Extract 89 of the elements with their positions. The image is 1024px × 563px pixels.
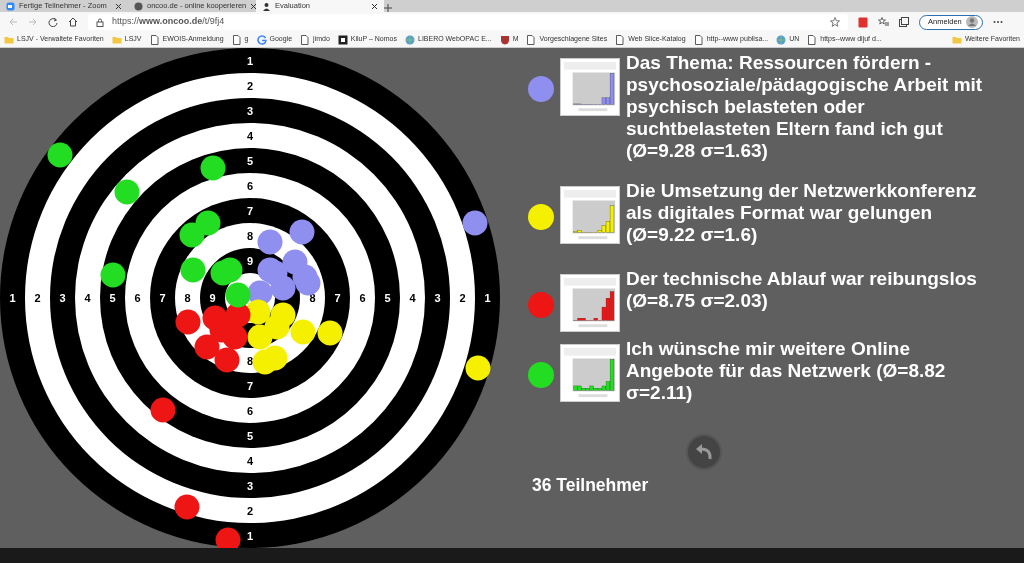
app-icon (134, 1, 143, 11)
rating-dot (114, 179, 140, 205)
avatar-icon (965, 16, 978, 28)
ring-number: 4 (84, 292, 91, 304)
ring-number: 9 (209, 292, 216, 304)
question-text: Das Thema: Ressourcen fördern - psychosoziale/pädagogische Arbeit mit psychisch belasteten oder suchtbelasteten Eltern fand ich gut (Ø=9.28 σ=1.63) (626, 52, 984, 163)
rating-dot (462, 210, 488, 236)
rating-dot (180, 257, 206, 283)
person-icon (262, 1, 271, 11)
crest-icon (499, 34, 510, 45)
ring-number: 1 (484, 292, 491, 304)
rating-dot (194, 334, 220, 360)
globe-icon (405, 34, 415, 45)
undo-arrow-icon (694, 443, 714, 461)
ring-number: 3 (59, 292, 66, 304)
rating-dot (179, 222, 205, 248)
back-button[interactable] (686, 434, 722, 470)
folder-icon (951, 34, 962, 45)
rating-dot (100, 262, 126, 288)
ring-number: 2 (246, 79, 254, 92)
rating-dot (150, 397, 176, 423)
rating-dot (174, 494, 200, 520)
address-field[interactable]: https://www.oncoo.de/t/9fj4 (88, 14, 848, 30)
question-text: Ich wünsche mir weitere Online Angebote für das Netzwerk (Ø=8.82 σ=2.11) (626, 338, 947, 405)
rating-dot (290, 319, 316, 345)
ring-number: 1 (246, 529, 254, 542)
ring-number: 1 (246, 54, 254, 67)
ring-number: 8 (246, 229, 254, 242)
ring-number: 7 (159, 292, 166, 304)
ring-number: 6 (134, 292, 141, 304)
pdf-icon[interactable] (858, 16, 868, 28)
favorites-icon[interactable] (878, 17, 889, 27)
ring-number: 7 (334, 292, 341, 304)
ring-number: 5 (384, 292, 391, 304)
chart-thumbnail (560, 274, 620, 332)
ring-number: 9 (246, 254, 254, 267)
ring-number: 7 (246, 204, 254, 217)
folder-icon (4, 34, 14, 45)
ring-number: 6 (246, 179, 254, 192)
rating-dot (289, 219, 315, 245)
rating-dot (47, 142, 73, 168)
ring-number: 5 (246, 154, 254, 167)
folder-icon (111, 34, 122, 45)
collections-icon[interactable] (899, 17, 909, 27)
ring-number: 2 (34, 292, 41, 304)
rating-dot (175, 309, 201, 335)
rating-dot (270, 275, 296, 301)
question-text: Die Umsetzung der Netzwerkkonferenz als digitales Format war gelungen (Ø=9.22 σ=1.6) (626, 180, 978, 247)
chart-thumbnail (560, 344, 620, 402)
ring-number: 3 (246, 104, 254, 117)
rating-dot (214, 347, 240, 373)
ring-number: 8 (309, 292, 316, 304)
g-logo-icon (256, 34, 267, 45)
ring-number: 4 (409, 292, 416, 304)
ring-number: 8 (184, 292, 191, 304)
ring-number: 4 (246, 454, 254, 467)
reload-icon[interactable] (48, 17, 58, 27)
chart-thumbnail (560, 58, 620, 116)
chart-thumbnail (560, 186, 620, 244)
ring-number: 3 (434, 292, 441, 304)
ring-number: 2 (459, 292, 466, 304)
home-icon[interactable] (68, 17, 78, 27)
rating-dot (200, 155, 226, 181)
more-icon[interactable] (992, 20, 1003, 24)
rating-dot (465, 355, 491, 381)
ring-number: 3 (246, 479, 254, 492)
ring-number: 6 (246, 404, 254, 417)
rating-dot (317, 320, 343, 346)
ring-number: 5 (109, 292, 116, 304)
star-icon[interactable] (830, 17, 840, 27)
rating-dot (257, 229, 283, 255)
ring-number: 1 (9, 292, 16, 304)
ring-number: 4 (246, 129, 254, 142)
rating-dot (225, 282, 251, 308)
ring-number: 6 (359, 292, 366, 304)
lock-icon (96, 17, 104, 27)
participant-count: 36 Teilnehmer (532, 474, 650, 497)
globe-icon (776, 34, 787, 45)
close-icon[interactable] (115, 2, 122, 10)
new-tab-icon[interactable] (384, 4, 392, 12)
rating-dot (247, 324, 273, 350)
question-text: Der technische Ablauf war reibungslos (Ø=8.75 σ=2.03) (626, 268, 978, 313)
ring-number: 7 (246, 379, 254, 392)
rating-dot (245, 299, 271, 325)
rating-dot (252, 349, 278, 375)
ring-number: 8 (246, 354, 254, 367)
ring-number: 2 (246, 504, 254, 517)
ring-number: 5 (246, 429, 254, 442)
close-icon[interactable] (371, 2, 378, 10)
